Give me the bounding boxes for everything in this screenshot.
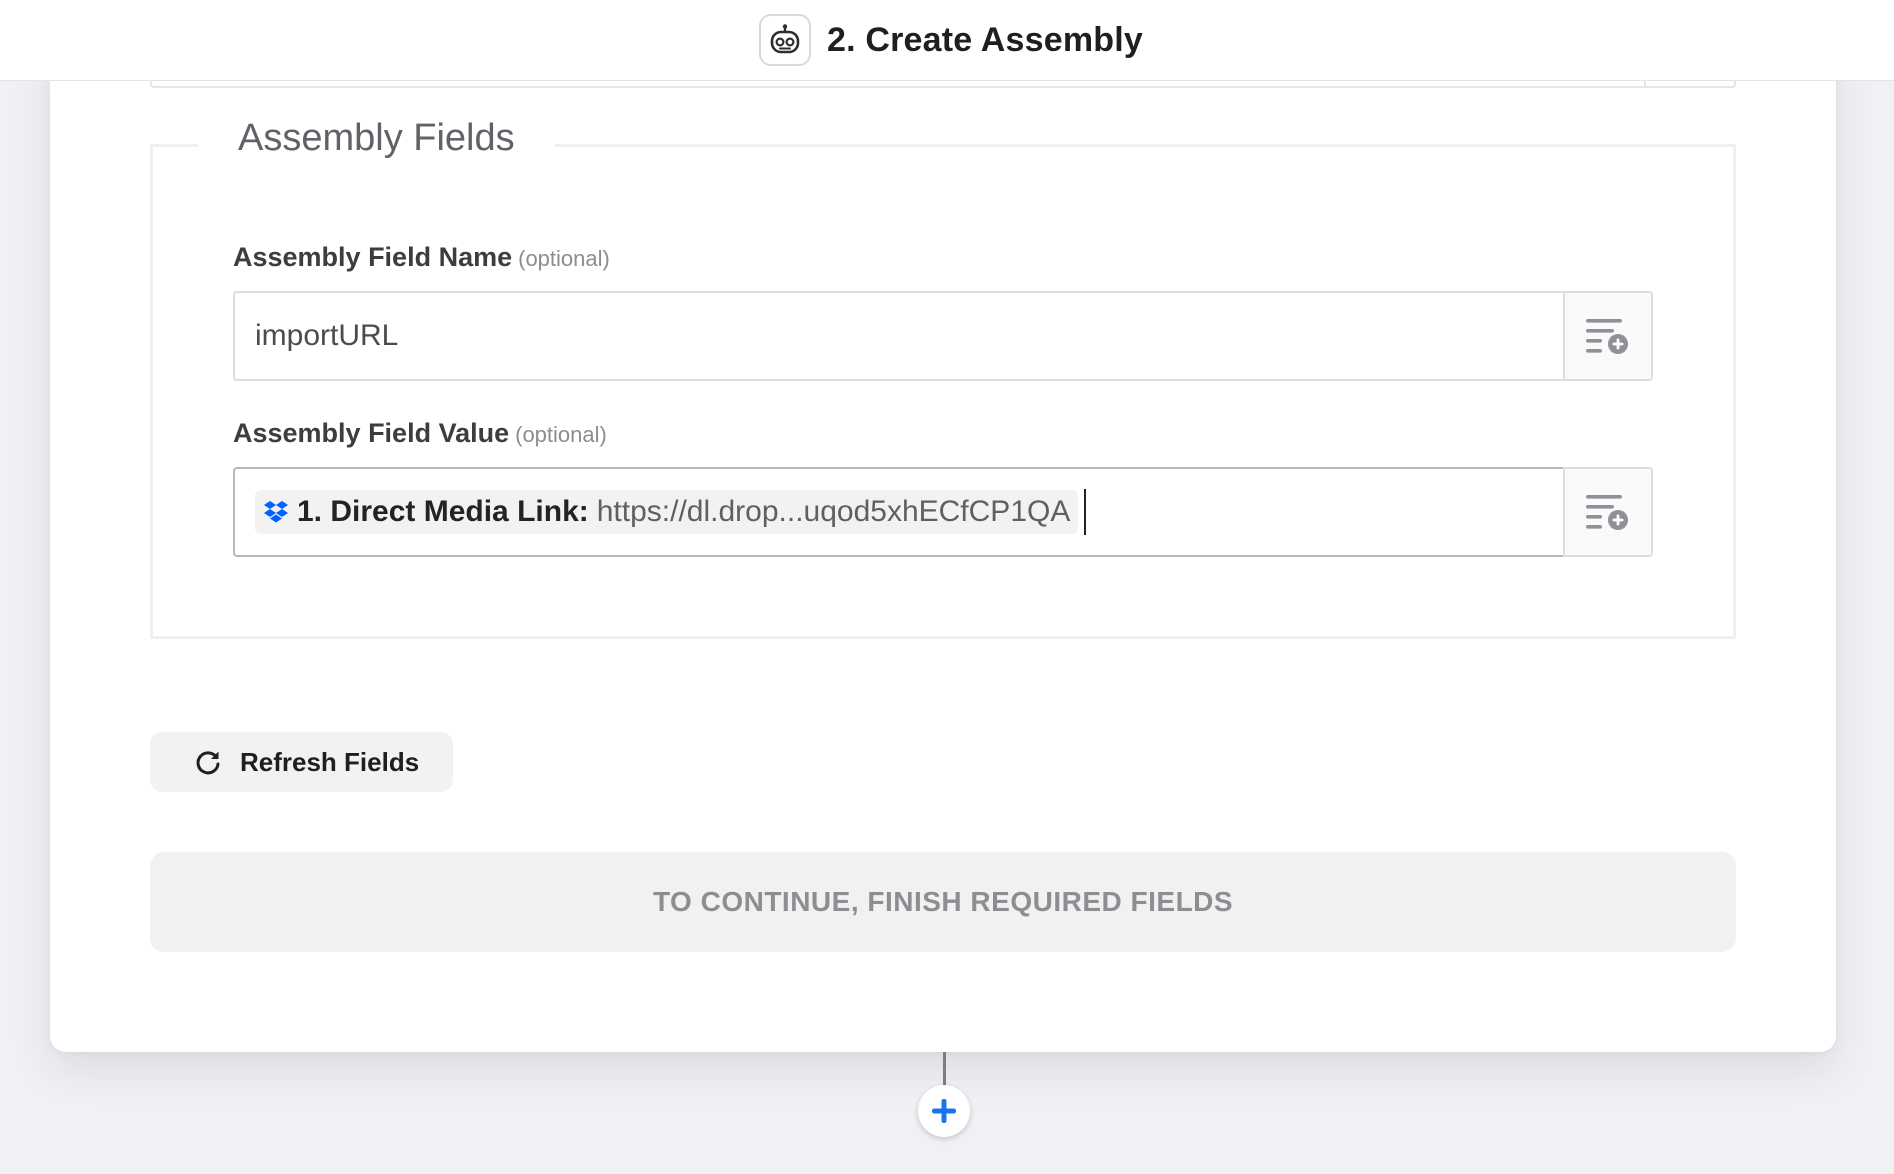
assembly-field-value-label: Assembly Field Value (optional) bbox=[233, 418, 607, 449]
assembly-fields-legend: Assembly Fields bbox=[198, 117, 555, 160]
robot-icon bbox=[758, 14, 811, 66]
assembly-field-name-row: importURL bbox=[233, 291, 1653, 381]
continue-button[interactable]: TO CONTINUE, FINISH REQUIRED FIELDS bbox=[150, 852, 1736, 952]
mapped-data-pill[interactable]: 1. Direct Media Link: https://dl.drop...… bbox=[255, 490, 1079, 534]
step-header-content: 2. Create Assembly bbox=[758, 14, 1144, 66]
step-title: 2. Create Assembly bbox=[826, 20, 1144, 59]
field-value-text: importURL bbox=[255, 319, 399, 352]
plus-icon bbox=[932, 1099, 956, 1123]
field-label-text: Assembly Field Value bbox=[233, 418, 510, 448]
assembly-field-name-input[interactable]: importURL bbox=[233, 291, 1563, 381]
insert-data-icon bbox=[1586, 495, 1628, 530]
assembly-field-value-row: 1. Direct Media Link: https://dl.drop...… bbox=[233, 467, 1653, 557]
assembly-field-name-label: Assembly Field Name (optional) bbox=[233, 242, 610, 273]
pill-label: 1. Direct Media Link: bbox=[297, 495, 589, 528]
insert-data-button[interactable] bbox=[1563, 467, 1653, 557]
step-header: 2. Create Assembly bbox=[0, 0, 1894, 81]
field-label-text: Assembly Field Name bbox=[233, 242, 513, 272]
refresh-icon bbox=[196, 751, 220, 775]
dropbox-icon bbox=[264, 501, 288, 523]
assembly-field-value-input[interactable]: 1. Direct Media Link: https://dl.drop...… bbox=[233, 467, 1563, 557]
refresh-fields-button[interactable]: Refresh Fields bbox=[150, 732, 453, 792]
optional-hint: (optional) bbox=[515, 422, 607, 447]
insert-data-button[interactable] bbox=[1563, 291, 1653, 381]
insert-data-icon bbox=[1586, 319, 1628, 354]
optional-hint: (optional) bbox=[518, 246, 610, 271]
step-connector-line bbox=[943, 1052, 946, 1086]
pill-value: https://dl.drop...uqod5xhECfCP1QA bbox=[596, 495, 1071, 528]
continue-button-label: TO CONTINUE, FINISH REQUIRED FIELDS bbox=[652, 886, 1234, 917]
text-cursor bbox=[1084, 489, 1087, 535]
add-step-button[interactable] bbox=[918, 1085, 970, 1137]
assembly-fields-group: Assembly Fields bbox=[150, 117, 1736, 639]
refresh-fields-label: Refresh Fields bbox=[240, 746, 420, 777]
